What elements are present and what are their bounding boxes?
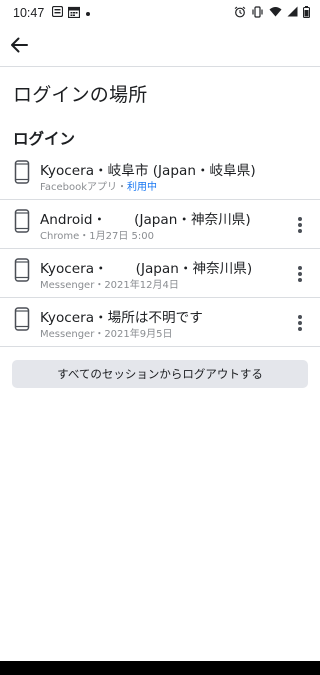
signal-icon	[287, 6, 298, 20]
more-icon	[298, 217, 302, 221]
phone-icon	[14, 258, 30, 282]
battery-icon	[302, 5, 311, 21]
phone-icon	[14, 307, 30, 331]
status-left-icons	[52, 5, 91, 21]
login-app: Messenger	[40, 280, 95, 291]
arrow-left-icon	[10, 37, 28, 57]
login-title: Kyocera・ (Japan・神奈川県)	[40, 257, 252, 277]
login-title: Android・ (Japan・神奈川県)	[40, 208, 251, 228]
login-location: ・岐阜市 (Japan・岐阜県)	[94, 163, 256, 179]
login-subtitle: Messenger・2021年12月4日	[40, 276, 179, 291]
vibrate-icon	[251, 5, 264, 21]
login-item[interactable]: Kyocera・岐阜市 (Japan・岐阜県) Facebookアプリ・利用中	[0, 151, 320, 200]
status-time: 10:47	[13, 6, 45, 20]
redaction-mask	[107, 263, 136, 275]
login-subtitle: Messenger・2021年9月5日	[40, 325, 173, 340]
login-device: Kyocera	[40, 261, 95, 277]
login-item[interactable]: Kyocera・ (Japan・神奈川県) Messenger・2021年12月4…	[0, 249, 320, 298]
redaction-mask	[106, 214, 135, 226]
login-status-active: 利用中	[127, 182, 157, 193]
section-title: ログイン	[13, 130, 76, 148]
more-icon	[298, 315, 302, 319]
login-title: Kyocera・場所は不明です	[40, 306, 203, 326]
wifi-icon	[269, 6, 282, 20]
status-bar: 10:47	[0, 0, 320, 26]
login-item[interactable]: Android・ (Japan・神奈川県) Chrome・1月27日 5:00	[0, 200, 320, 249]
login-location-rest: (Japan・神奈川県)	[135, 261, 253, 277]
login-subtitle: Chrome・1月27日 5:00	[40, 227, 154, 242]
login-date: 2021年12月4日	[104, 280, 179, 291]
login-separator: ・	[117, 182, 127, 193]
login-device: Kyocera	[40, 163, 95, 179]
login-date: 2021年9月5日	[104, 329, 173, 340]
login-app: Messenger	[40, 329, 95, 340]
more-options-button[interactable]	[294, 313, 306, 333]
login-separator: ・	[94, 280, 105, 291]
login-location-rest: (Japan・神奈川県)	[134, 212, 251, 228]
login-app: Facebookアプリ	[40, 182, 117, 193]
status-right-icons	[234, 5, 311, 21]
back-button[interactable]	[6, 34, 32, 60]
dot-icon	[85, 6, 91, 20]
login-title: Kyocera・岐阜市 (Japan・岐阜県)	[40, 159, 256, 179]
login-subtitle: Facebookアプリ・利用中	[40, 178, 157, 193]
more-options-button[interactable]	[294, 215, 306, 235]
phone-icon	[14, 160, 30, 184]
login-list: Kyocera・岐阜市 (Japan・岐阜県) Facebookアプリ・利用中 …	[0, 151, 320, 347]
login-date: 1月27日 5:00	[89, 231, 154, 242]
top-bar	[0, 26, 320, 67]
login-device: Android	[40, 212, 93, 228]
logout-all-sessions-button[interactable]: すべてのセッションからログアウトする	[12, 360, 308, 388]
login-separator: ・	[79, 231, 90, 242]
login-location: ・	[92, 212, 107, 228]
phone-icon	[14, 209, 30, 233]
login-location: ・場所は不明です	[94, 310, 203, 326]
login-separator: ・	[94, 329, 105, 340]
calendar-icon	[68, 6, 81, 21]
login-app: Chrome	[40, 231, 80, 242]
page-title: ログインの場所	[13, 84, 148, 106]
login-location: ・	[94, 261, 108, 277]
photo-icon	[52, 5, 64, 20]
alarm-icon	[234, 6, 246, 21]
more-options-button[interactable]	[294, 264, 306, 284]
login-item[interactable]: Kyocera・場所は不明です Messenger・2021年9月5日	[0, 298, 320, 347]
login-device: Kyocera	[40, 310, 95, 326]
system-nav-bar	[0, 661, 320, 675]
more-icon	[298, 266, 302, 270]
